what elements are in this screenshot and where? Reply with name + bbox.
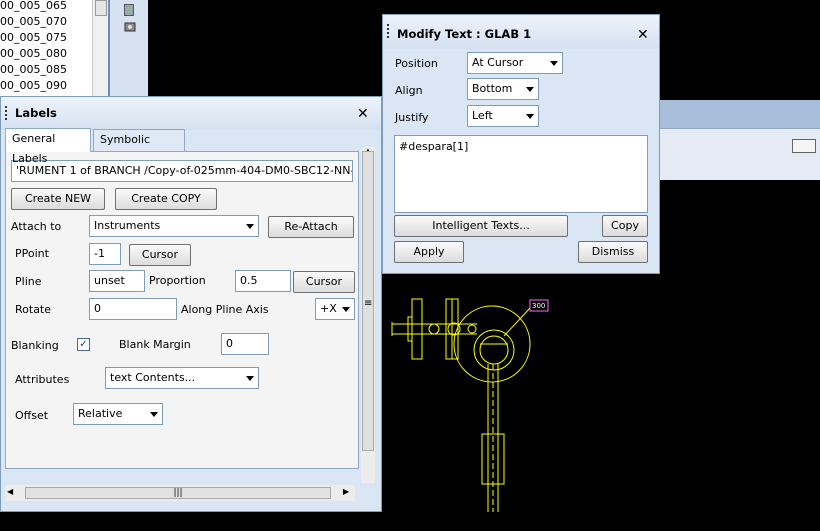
flange (411, 298, 423, 360)
attributes-select[interactable]: text Contents... (105, 367, 259, 389)
chevron-down-icon (246, 224, 254, 229)
apply-button[interactable]: Apply (394, 241, 464, 263)
scroll-left-icon[interactable]: ◀ (7, 487, 13, 496)
proportion-label: Proportion (149, 274, 206, 287)
justify-value: Left (472, 109, 493, 122)
proportion-input[interactable]: 0.5 (235, 270, 291, 292)
vscroll-thumb[interactable]: ≡ (362, 151, 374, 451)
attach-to-select[interactable]: Instruments (89, 215, 259, 237)
minimize-button[interactable] (792, 139, 816, 153)
cad-viewport[interactable]: 300 (382, 274, 820, 512)
bolt (467, 324, 477, 334)
chevron-down-icon (550, 61, 558, 66)
position-label: Position (395, 57, 438, 70)
list-item[interactable]: 00_005_090 (0, 78, 67, 94)
list-item[interactable]: 00_005_080 (0, 46, 67, 62)
list-item[interactable]: 00_005_085 (0, 62, 67, 78)
bolt (428, 323, 440, 335)
dialog-title: Modify Text : GLAB 1 (397, 27, 532, 41)
copy-button[interactable]: Copy (602, 215, 648, 237)
horizontal-scrollbar[interactable]: ◀ ||| ▶ (5, 485, 355, 501)
cad-drawing: 300 (391, 298, 549, 512)
text-content-area[interactable]: #despara[1] (394, 135, 648, 213)
pline-cursor-button[interactable]: Cursor (293, 271, 355, 293)
along-axis-select[interactable]: +X (315, 298, 355, 320)
chevron-down-icon (150, 412, 158, 417)
create-new-button[interactable]: Create NEW (11, 188, 105, 210)
along-pline-axis-label: Along Pline Axis (181, 303, 269, 316)
blank-margin-label: Blank Margin (119, 338, 191, 351)
align-label: Align (395, 84, 423, 97)
attach-to-value: Instruments (94, 219, 161, 232)
list-item[interactable]: 00_005_075 (0, 30, 67, 46)
justify-label: Justify (395, 111, 429, 124)
justify-select[interactable]: Left (467, 105, 539, 127)
tab-symbolic-labels[interactable]: Symbolic Labels (93, 129, 185, 166)
position-select[interactable]: At Cursor (467, 52, 563, 74)
offset-value: Relative (78, 407, 123, 420)
align-value: Bottom (472, 82, 513, 95)
position-value: At Cursor (472, 56, 524, 69)
ppoint-input[interactable]: -1 (89, 243, 121, 265)
grip-icon: ||| (173, 488, 183, 498)
modify-text-dialog: Modify Text : GLAB 1 ✕ Position At Curso… (382, 14, 660, 274)
panel-title: Labels (15, 106, 57, 120)
pline-input[interactable]: unset (89, 270, 145, 292)
element-path-field[interactable]: 'RUMENT 1 of BRANCH /Copy-of-025mm-404-D… (11, 160, 353, 182)
attach-to-label: Attach to (11, 220, 62, 233)
pipe-geometry (391, 298, 531, 512)
vertical-scrollbar[interactable]: ▲ ≡ ▼ (361, 147, 375, 529)
create-copy-button[interactable]: Create COPY (115, 188, 217, 210)
tag-text: 300 (532, 302, 545, 310)
toolbar-column (108, 0, 148, 96)
drag-grip-icon[interactable] (5, 106, 7, 120)
close-icon[interactable]: ✕ (637, 28, 649, 42)
camera-icon[interactable] (124, 20, 136, 32)
ppoint-cursor-button[interactable]: Cursor (129, 244, 191, 266)
offset-select[interactable]: Relative (73, 403, 163, 425)
blanking-label: Blanking (11, 339, 59, 352)
document-icon[interactable] (124, 4, 134, 16)
close-icon[interactable]: ✕ (357, 107, 369, 121)
instrument-core (479, 335, 509, 365)
align-select[interactable]: Bottom (467, 78, 539, 100)
blank-margin-input[interactable]: 0 (221, 333, 269, 355)
modify-text-titlebar[interactable]: Modify Text : GLAB 1 ✕ (383, 15, 659, 49)
tag-label-box: 300 (529, 299, 549, 312)
scroll-thumb[interactable] (95, 0, 107, 16)
blanking-checkbox[interactable]: ✓ (77, 338, 90, 351)
offset-label: Offset (15, 409, 49, 422)
chevron-down-icon (342, 307, 350, 312)
labels-panel: Labels ✕ General Labels Symbolic Labels … (0, 96, 382, 529)
scroll-down-icon[interactable]: ▼ (361, 521, 375, 531)
along-axis-value: +X (320, 302, 337, 315)
tab-general-labels[interactable]: General Labels (5, 128, 91, 165)
leader-line (503, 307, 531, 337)
re-attach-button[interactable]: Re-Attach (268, 216, 354, 238)
hscroll-thumb[interactable]: ||| (25, 487, 331, 499)
chevron-down-icon (246, 376, 254, 381)
chevron-down-icon (526, 114, 534, 119)
pline-label: Pline (15, 275, 42, 288)
scroll-right-icon[interactable]: ▶ (343, 487, 349, 496)
intelligent-texts-button[interactable]: Intelligent Texts... (394, 215, 568, 237)
grip-icon: ≡ (364, 298, 373, 309)
drag-grip-icon[interactable] (387, 24, 389, 38)
chevron-down-icon (526, 87, 534, 92)
attributes-value: text Contents... (110, 371, 196, 384)
list-scrollbar[interactable] (92, 0, 108, 96)
attributes-label: Attributes (15, 373, 70, 386)
dismiss-button[interactable]: Dismiss (578, 241, 648, 263)
labels-titlebar[interactable]: Labels ✕ (1, 97, 381, 130)
dock-panel (660, 128, 820, 180)
ppoint-label: PPoint (15, 247, 49, 260)
rotate-input[interactable]: 0 (89, 298, 177, 320)
flange-face (407, 316, 413, 342)
list-item[interactable]: 00_005_065 (0, 0, 67, 14)
dock-strip (660, 100, 820, 128)
rotate-label: Rotate (15, 303, 52, 316)
viewport-background (148, 0, 382, 96)
list-item[interactable]: 00_005_070 (0, 14, 67, 30)
